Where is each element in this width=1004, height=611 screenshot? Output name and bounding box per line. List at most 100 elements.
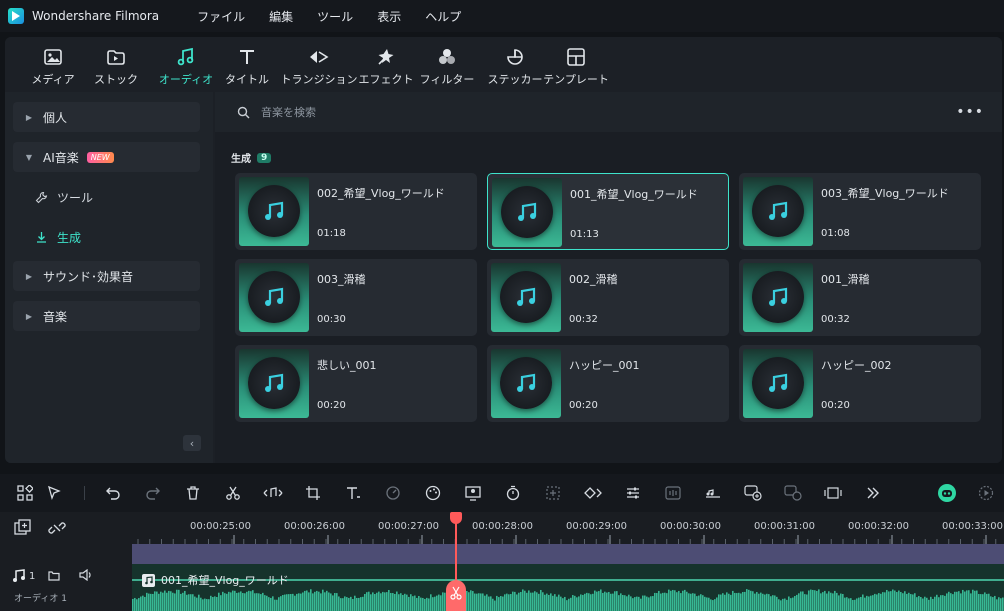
waveform-bar <box>788 596 790 611</box>
menu-file[interactable]: ファイル <box>195 6 247 27</box>
collapse-sidebar-button[interactable]: ‹ <box>183 435 201 451</box>
redo-icon[interactable] <box>143 483 163 503</box>
waveform-bar <box>888 591 890 611</box>
waveform-bar <box>910 594 912 611</box>
waveform-bar <box>570 597 572 611</box>
text-icon[interactable] <box>343 483 363 503</box>
keyframe-icon[interactable] <box>583 483 603 503</box>
tab-audio[interactable]: オーディオ <box>151 46 221 87</box>
waveform-bar <box>940 595 942 611</box>
music-card[interactable]: ハッピー_001 00:20 <box>487 345 729 422</box>
adjust-icon[interactable] <box>623 483 643 503</box>
sidebar-item-music[interactable]: ▶ 音楽 <box>13 301 200 331</box>
waveform-bar <box>936 594 938 611</box>
waveform-bar <box>402 594 404 611</box>
playhead-handle[interactable] <box>450 512 462 524</box>
music-card[interactable]: 003_希望_Vlog_ワールド 01:08 <box>739 173 981 250</box>
more-options-icon[interactable]: ••• <box>956 104 984 120</box>
waveform-bar <box>978 593 980 611</box>
vinyl-disc-icon <box>752 185 804 237</box>
ai-copilot-icon[interactable] <box>936 483 958 503</box>
waveform-bar <box>578 596 580 611</box>
waveform-bar <box>292 593 294 611</box>
music-card[interactable]: 悲しい_001 00:20 <box>235 345 477 422</box>
waveform-bar <box>510 594 512 611</box>
music-thumbnail <box>239 177 309 246</box>
tab-filter[interactable]: フィルター <box>412 46 482 87</box>
waveform-bar <box>214 596 216 611</box>
audio-clip-name: 001_希望_Vlog_ワールド <box>161 574 289 587</box>
waveform-bar <box>966 590 968 611</box>
waveform-bar <box>532 592 534 611</box>
waveform-bar <box>546 593 548 611</box>
delete-icon[interactable] <box>183 483 203 503</box>
menu-view[interactable]: 表示 <box>375 6 403 27</box>
music-card[interactable]: 001_滑稽 00:32 <box>739 259 981 336</box>
crop-icon[interactable] <box>303 483 323 503</box>
playhead-split-button[interactable] <box>446 580 466 611</box>
music-card[interactable]: 001_希望_Vlog_ワールド 01:13 <box>487 173 729 250</box>
sidebar-item-label: 音楽 <box>43 309 68 324</box>
sidebar-item-ai-music[interactable]: ▼ AI音楽 NEW <box>13 142 200 172</box>
waveform-bar <box>224 593 226 611</box>
music-card[interactable]: 003_滑稽 00:30 <box>235 259 477 336</box>
render-preview-icon[interactable] <box>976 483 996 503</box>
vinyl-disc-icon <box>248 185 300 237</box>
waveform-bar <box>920 597 922 611</box>
frame-icon[interactable] <box>823 483 843 503</box>
sidebar-sub-tools[interactable]: ツール <box>35 189 93 206</box>
music-card[interactable]: 002_滑稽 00:32 <box>487 259 729 336</box>
motion-track-icon[interactable] <box>543 483 563 503</box>
sidebar-item-personal[interactable]: ▶ 個人 <box>13 102 200 132</box>
add-track-icon[interactable] <box>14 519 32 537</box>
split-scissors-icon[interactable] <box>223 483 243 503</box>
vinyl-disc-icon <box>752 271 804 323</box>
speech-to-text-icon[interactable] <box>743 483 763 503</box>
waveform-bar <box>412 596 414 611</box>
music-card-duration: 01:08 <box>821 228 850 239</box>
waveform-bar <box>770 596 772 611</box>
select-tool-icon[interactable] <box>45 483 65 503</box>
speed-icon[interactable] <box>383 483 403 503</box>
tab-transition[interactable]: トランジション <box>281 46 358 87</box>
audio-stretch-icon[interactable] <box>703 483 723 503</box>
audio-clip[interactable]: 001_希望_Vlog_ワールド <box>132 564 1004 611</box>
tab-template[interactable]: テンプレート <box>541 46 611 87</box>
text-to-speech-icon[interactable] <box>783 483 803 503</box>
more-tools-chevron-icon[interactable] <box>863 483 883 503</box>
audio-track-music-icon: 1 <box>12 569 35 583</box>
tab-title[interactable]: タイトル <box>212 46 282 87</box>
waveform-bar <box>330 593 332 611</box>
undo-icon[interactable] <box>103 483 123 503</box>
audio-wave-icon[interactable] <box>663 483 683 503</box>
transition-icon <box>308 46 330 68</box>
search-input[interactable] <box>261 105 861 119</box>
color-palette-icon[interactable] <box>423 483 443 503</box>
tab-sticker[interactable]: ステッカー <box>480 46 550 87</box>
waveform-bar <box>872 595 874 611</box>
menu-help[interactable]: ヘルプ <box>423 6 463 27</box>
tab-transition-label: トランジション <box>280 73 358 86</box>
timer-icon[interactable] <box>503 483 523 503</box>
tab-stock[interactable]: ストック <box>81 46 151 87</box>
waveform-bar <box>954 591 956 611</box>
tab-media[interactable]: メディア <box>18 46 88 87</box>
unlink-icon[interactable] <box>48 519 66 537</box>
waveform-bar <box>1002 597 1004 611</box>
music-card[interactable]: 002_希望_Vlog_ワールド 01:18 <box>235 173 477 250</box>
layout-icon[interactable] <box>15 483 35 503</box>
volume-icon[interactable] <box>79 569 93 581</box>
menu-tools[interactable]: ツール <box>315 6 355 27</box>
tab-effect[interactable]: エフェクト <box>351 46 421 87</box>
audio-edit-icon[interactable] <box>263 483 283 503</box>
ai-portrait-icon[interactable] <box>463 483 483 503</box>
waveform-bar <box>164 590 166 611</box>
sidebar-sub-generate[interactable]: 生成 <box>35 229 81 246</box>
menu-edit[interactable]: 編集 <box>267 6 295 27</box>
waveform-bar <box>914 593 916 611</box>
waveform-bar <box>414 595 416 611</box>
sidebar-item-sound-effects[interactable]: ▶ サウンド･効果音 <box>13 261 200 291</box>
music-card[interactable]: ハッピー_002 00:20 <box>739 345 981 422</box>
folder-icon[interactable] <box>48 570 60 581</box>
timeline-ruler[interactable]: 00:00:25:00 00:00:26:00 00:00:27:00 00:00:2… <box>132 512 1004 544</box>
